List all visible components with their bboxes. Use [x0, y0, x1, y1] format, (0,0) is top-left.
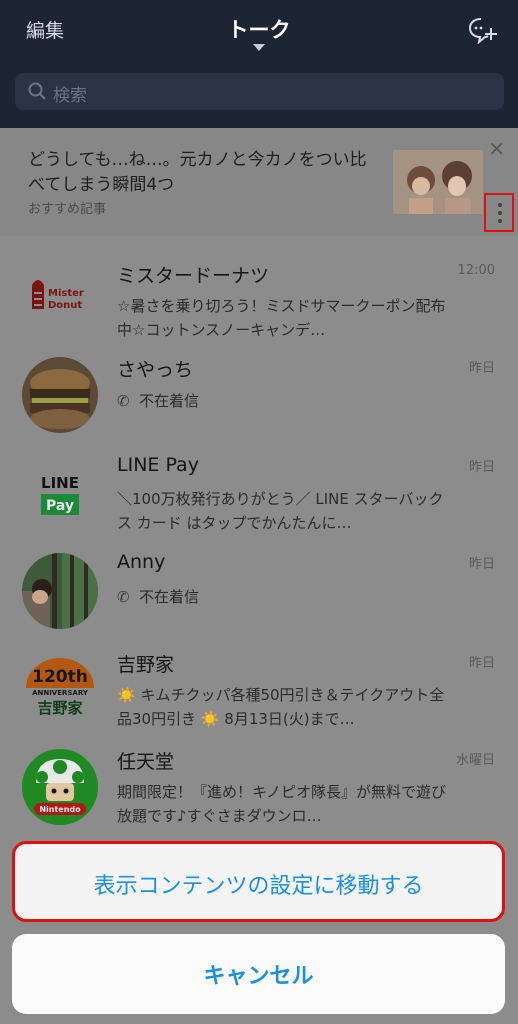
phone-icon: ✆ — [117, 392, 130, 410]
cancel-button[interactable]: キャンセル — [12, 934, 505, 1014]
search-bar[interactable]: 検索 — [15, 73, 504, 110]
chat-time: 昨日 — [468, 557, 495, 572]
search-icon — [28, 82, 46, 100]
chat-row-misterdonut[interactable]: Mister Donut ミスタードーナツ 12:00 ☆暑さを乗り切ろう！ミス… — [0, 261, 518, 359]
new-chat-icon[interactable] — [468, 16, 498, 44]
chat-time: 水曜日 — [455, 753, 495, 768]
avatar — [22, 553, 98, 629]
chat-name: LINE Pay — [117, 454, 199, 476]
close-icon[interactable]: × — [488, 136, 505, 160]
chat-time: 昨日 — [468, 656, 495, 671]
logo-text-yoshinoya: 吉野家 — [37, 699, 82, 717]
logo-text-misterdonut-2: Donut — [48, 300, 82, 311]
logo-text-pay: Pay — [46, 498, 74, 514]
chat-preview: ＼100万枚発行ありがとう／ LINE スターバックス カード はタップでかんた… — [117, 490, 444, 532]
chat-preview: 期間限定！『進め！キノピオ隊長』が無料で遊び放題です♪すぐさまダウンロ… — [117, 783, 446, 825]
chat-name: 任天堂 — [117, 751, 175, 773]
logo-text-line: LINE — [41, 474, 79, 492]
chat-row-sayacchi[interactable]: さやっち 昨日 ✆ 不在着信 — [0, 355, 518, 453]
header: 編集 トーク 検索 — [0, 0, 518, 128]
banner-subtitle: おすすめ記事 — [28, 202, 107, 217]
chat-time: 12:00 — [457, 263, 495, 278]
logo-text-anniversary: ANNIVERSARY — [32, 689, 89, 697]
chat-time: 昨日 — [468, 361, 495, 376]
chat-name: Anny — [117, 551, 166, 573]
chat-row-nintendo[interactable]: Nintendo 任天堂 水曜日 期間限定！『進め！キノピオ隊長』が無料で遊び放… — [0, 747, 518, 845]
chat-name: 吉野家 — [117, 654, 175, 676]
phone-icon: ✆ — [117, 588, 130, 606]
recommended-article-banner[interactable]: どうしても…ね…。元カノと今カノをつい比べてしまう瞬間4つ おすすめ記事 × — [0, 128, 518, 236]
avatar: Nintendo — [22, 749, 98, 825]
banner-thumbnail — [393, 150, 483, 214]
banner-title: どうしても…ね…。元カノと今カノをつい比べてしまう瞬間4つ — [28, 150, 367, 195]
avatar: 120th ANNIVERSARY 吉野家 — [22, 652, 98, 728]
action-label: 表示コンテンツの設定に移動する — [93, 874, 424, 899]
chat-time: 昨日 — [468, 460, 495, 475]
chevron-down-icon[interactable] — [253, 44, 265, 51]
missed-call-preview: ✆ 不在着信 — [117, 390, 199, 411]
chat-row-linepay[interactable]: LINE Pay LINE Pay 昨日 ＼100万枚発行ありがとう／ LINE… — [0, 454, 518, 552]
page-title[interactable]: トーク — [0, 14, 518, 44]
missed-call-preview: ✆ 不在着信 — [117, 586, 199, 607]
chat-row-anny[interactable]: Anny 昨日 ✆ 不在着信 — [0, 551, 518, 649]
chat-row-yoshinoya[interactable]: 120th ANNIVERSARY 吉野家 吉野家 昨日 ☀️ キムチクッパ各種… — [0, 650, 518, 748]
cancel-label: キャンセル — [203, 964, 314, 989]
chat-preview: 不在着信 — [139, 392, 200, 410]
logo-text-misterdonut-1: Mister — [48, 288, 84, 299]
chat-preview: ☀️ キムチクッパ各種50円引き＆テイクアウト全品30円引き ☀️ 8月13日(… — [117, 686, 445, 728]
logo-text-nintendo: Nintendo — [39, 805, 81, 814]
logo-text-120th: 120th — [32, 667, 88, 687]
vertical-dots-icon[interactable] — [484, 193, 514, 232]
chat-preview: ☆暑さを乗り切ろう！ミスドサマークーポン配布中☆コットンスノーキャンデ… — [117, 297, 446, 339]
avatar: Mister Donut — [22, 263, 98, 339]
go-to-content-settings-button[interactable]: 表示コンテンツの設定に移動する — [12, 841, 505, 922]
avatar — [22, 357, 98, 433]
chat-preview: 不在着信 — [139, 588, 200, 606]
chat-name: ミスタードーナツ — [117, 265, 270, 287]
chat-name: さやっち — [117, 359, 194, 381]
avatar: LINE Pay — [22, 456, 98, 532]
search-input[interactable]: 検索 — [53, 81, 87, 106]
